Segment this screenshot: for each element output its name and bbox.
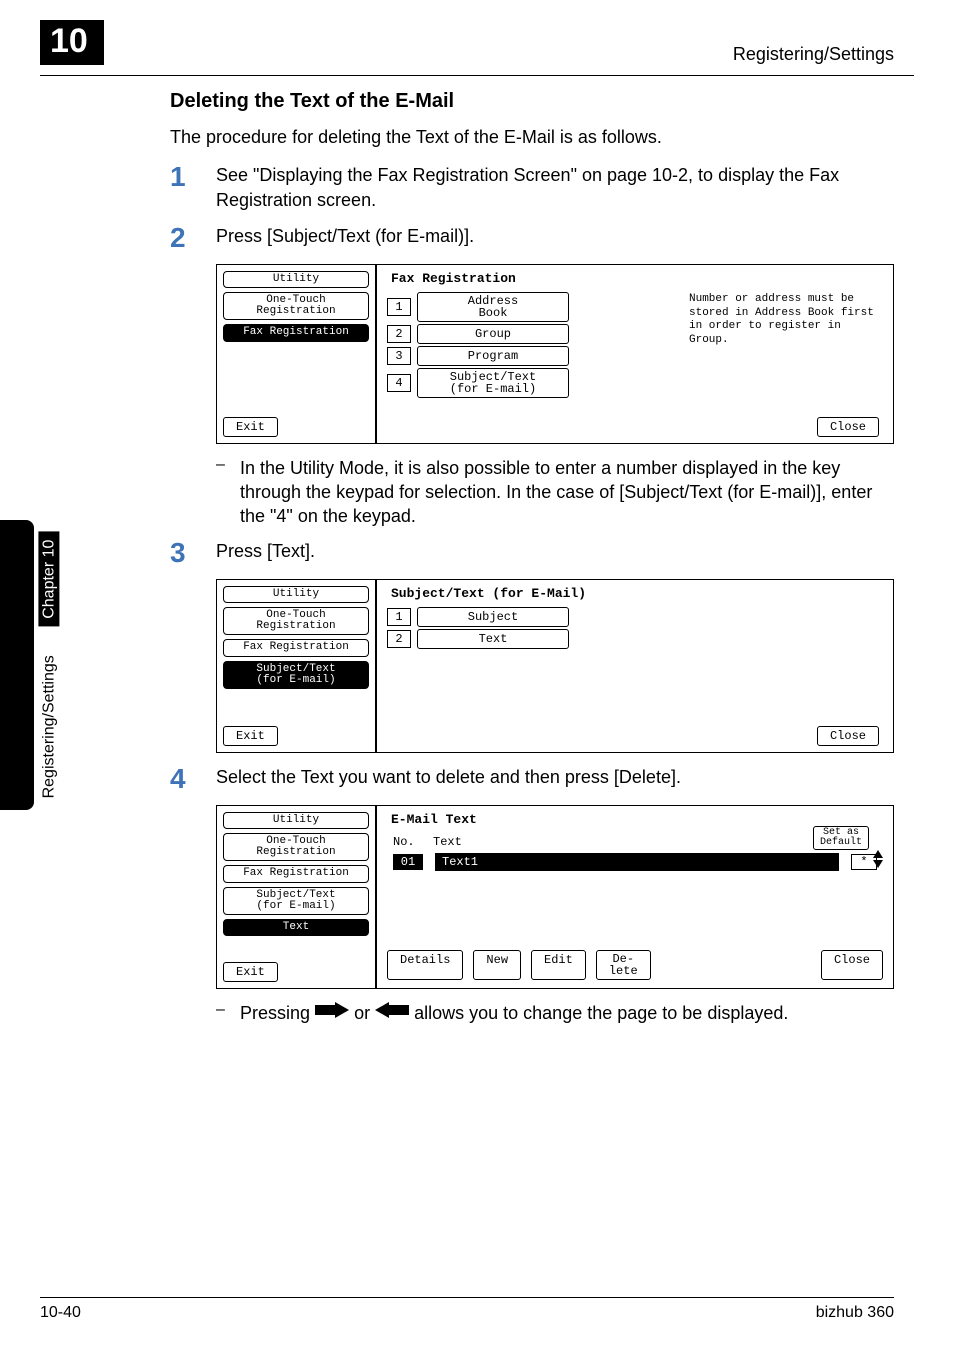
crumb-faxreg-2[interactable]: Fax Registration [223, 639, 369, 657]
scroll-up-icon[interactable] [873, 850, 883, 858]
screenshot-email-text: Utility One-Touch Registration Fax Regis… [216, 805, 894, 989]
crumb-faxreg[interactable]: Fax Registration [223, 324, 369, 342]
step-number-1: 1 [170, 163, 216, 212]
page-down-icon [315, 1002, 349, 1026]
panel-title: Fax Registration [387, 271, 883, 286]
note4-after: allows you to change the page to be disp… [414, 1003, 788, 1023]
col-text: Text [433, 835, 462, 849]
exit-button-2[interactable]: Exit [223, 726, 278, 746]
side-thumb-tab [0, 520, 34, 810]
crumb-utility-3[interactable]: Utility [223, 812, 369, 830]
menu-num-3: 3 [387, 347, 411, 365]
bullet-dash-2: – [216, 1001, 240, 1026]
exit-button[interactable]: Exit [223, 417, 278, 437]
menu-group[interactable]: Group [417, 324, 569, 344]
close-button-2[interactable]: Close [817, 726, 879, 746]
step-number-3: 3 [170, 539, 216, 567]
col-no: No. [393, 835, 421, 849]
delete-button[interactable]: De- lete [596, 950, 651, 980]
crumb-onetouch-2[interactable]: One-Touch Registration [223, 607, 369, 635]
intro-paragraph: The procedure for deleting the Text of t… [170, 125, 894, 149]
screenshot-subject-text: Utility One-Touch Registration Fax Regis… [216, 579, 894, 753]
menu-num-1: 1 [387, 298, 411, 316]
panel-title-2: Subject/Text (for E-Mail) [387, 586, 883, 601]
side-thumb-label: Registering/Settings Chapter 10 [38, 520, 60, 810]
exit-button-3[interactable]: Exit [223, 962, 278, 982]
footer-product: bizhub 360 [816, 1304, 894, 1322]
page-title: Deleting the Text of the E-Mail [170, 90, 894, 113]
menu-program[interactable]: Program [417, 346, 569, 366]
crumb-text[interactable]: Text [223, 919, 369, 937]
crumb-utility-2[interactable]: Utility [223, 586, 369, 604]
step-2-note: In the Utility Mode, it is also possible… [240, 456, 894, 529]
menu2-num-2: 2 [387, 630, 411, 648]
menu2-num-1: 1 [387, 608, 411, 626]
step-number-4: 4 [170, 765, 216, 793]
screenshot-fax-registration: Utility One-Touch Registration Fax Regis… [216, 264, 894, 444]
step-4-text: Select the Text you want to delete and t… [216, 765, 681, 793]
menu-text[interactable]: Text [417, 629, 569, 649]
set-as-default-button[interactable]: Set as Default [813, 826, 869, 850]
menu-num-4: 4 [387, 374, 411, 392]
menu-num-2: 2 [387, 325, 411, 343]
page-up-icon [375, 1002, 409, 1026]
menu-subject-text[interactable]: Subject/Text (for E-mail) [417, 368, 569, 398]
menu-address-book[interactable]: Address Book [417, 292, 569, 322]
side-section: Registering/Settings [40, 655, 57, 798]
edit-button[interactable]: Edit [531, 950, 586, 980]
row-no[interactable]: 01 [393, 854, 423, 870]
close-button-3[interactable]: Close [821, 950, 883, 980]
bullet-dash: – [216, 456, 240, 529]
footer-page: 10-40 [40, 1304, 81, 1322]
side-chapter: Chapter 10 [38, 532, 59, 627]
crumb-subject-text-3[interactable]: Subject/Text (for E-mail) [223, 887, 369, 915]
menu-subject[interactable]: Subject [417, 607, 569, 627]
crumb-faxreg-3[interactable]: Fax Registration [223, 865, 369, 883]
panel-title-3: E-Mail Text [387, 812, 883, 827]
new-button[interactable]: New [473, 950, 521, 980]
note4-mid: or [354, 1003, 370, 1023]
scroll-down-icon[interactable] [873, 860, 883, 868]
crumb-onetouch[interactable]: One-Touch Registration [223, 292, 369, 320]
step-number-2: 2 [170, 224, 216, 252]
step-2-text: Press [Subject/Text (for E-mail)]. [216, 224, 474, 252]
step-1-text: See "Displaying the Fax Registration Scr… [216, 163, 894, 212]
header-rule [40, 75, 914, 76]
note4-before: Pressing [240, 1003, 310, 1023]
step-3-text: Press [Text]. [216, 539, 315, 567]
scroll-indicator[interactable] [873, 850, 883, 868]
crumb-subject-text[interactable]: Subject/Text (for E-mail) [223, 661, 369, 689]
row-text[interactable]: Text1 [435, 853, 839, 871]
chapter-number: 10 [40, 20, 104, 65]
crumb-onetouch-3[interactable]: One-Touch Registration [223, 833, 369, 861]
crumb-utility[interactable]: Utility [223, 271, 369, 289]
hint-text: Number or address must be stored in Addr… [689, 293, 879, 348]
close-button[interactable]: Close [817, 417, 879, 437]
details-button[interactable]: Details [387, 950, 463, 980]
section-title: Registering/Settings [733, 44, 894, 65]
